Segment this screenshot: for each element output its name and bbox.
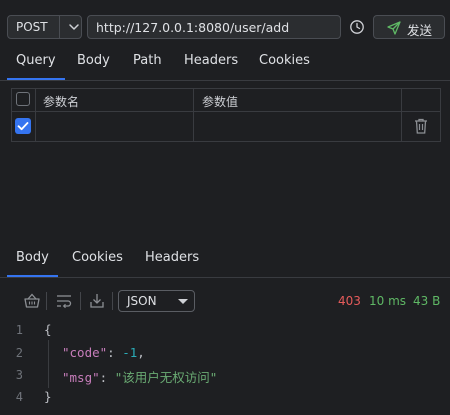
send-icon — [387, 21, 401, 35]
select-all-checkbox[interactable] — [16, 92, 30, 106]
line-number: 2 — [15, 346, 23, 360]
code-line: "code": -1, — [62, 345, 145, 360]
json-key: "msg" — [62, 370, 100, 385]
response-tab-headers[interactable]: Headers — [145, 250, 199, 265]
wrap-lines-icon[interactable] — [55, 292, 73, 310]
status-code: 403 — [338, 294, 361, 308]
response-time: 10 ms — [369, 294, 407, 308]
download-icon[interactable] — [88, 292, 106, 310]
format-value: JSON — [127, 294, 157, 308]
toolbar-separator — [46, 292, 47, 310]
indent-guide — [48, 340, 49, 388]
code-close-brace: } — [44, 389, 52, 404]
response-size: 43 B — [413, 294, 441, 308]
history-clock-icon[interactable] — [349, 19, 365, 35]
tab-headers[interactable]: Headers — [184, 53, 238, 68]
param-name-cell[interactable] — [36, 112, 193, 141]
tab-cookies[interactable]: Cookies — [259, 53, 310, 68]
send-button[interactable]: 发送 — [373, 15, 445, 39]
response-tab-body[interactable]: Body — [16, 250, 49, 265]
method-value: POST — [16, 20, 48, 34]
tab-query[interactable]: Query — [16, 53, 56, 68]
param-value-header: 参数值 — [202, 95, 239, 109]
line-number: 3 — [15, 368, 23, 382]
chevron-down-icon[interactable] — [66, 19, 82, 35]
method-select[interactable]: POST — [7, 15, 82, 39]
clear-basket-icon[interactable] — [23, 292, 41, 310]
json-key: "code" — [62, 345, 108, 360]
tab-path[interactable]: Path — [133, 53, 162, 68]
line-number: 1 — [15, 323, 23, 337]
row-enabled-checkbox[interactable] — [15, 118, 31, 134]
params-col-divider — [401, 88, 402, 142]
json-value: -1 — [122, 345, 138, 360]
tabs-divider — [0, 80, 450, 81]
code-open-brace: { — [44, 322, 52, 337]
method-divider — [59, 16, 60, 38]
response-tabs-divider — [0, 277, 450, 278]
url-value: http://127.0.0.1:8080/user/add — [96, 20, 290, 35]
send-label: 发送 — [407, 23, 433, 38]
url-input[interactable]: http://127.0.0.1:8080/user/add — [87, 15, 341, 39]
tab-body[interactable]: Body — [77, 53, 110, 68]
json-value: "该用户无权访问" — [114, 370, 218, 385]
response-tab-cookies[interactable]: Cookies — [72, 250, 123, 265]
format-select[interactable]: JSON — [118, 290, 195, 312]
json-trail: , — [137, 345, 145, 360]
code-line: "msg": "该用户无权访问" — [62, 370, 218, 385]
caret-down-icon — [178, 299, 188, 304]
toolbar-separator — [112, 292, 113, 310]
param-value-cell[interactable] — [194, 112, 401, 141]
line-number: 4 — [15, 390, 23, 404]
trash-icon[interactable] — [413, 117, 429, 135]
toolbar-separator — [80, 292, 81, 310]
param-name-header: 参数名 — [43, 95, 80, 109]
checkmark-icon — [17, 122, 29, 131]
